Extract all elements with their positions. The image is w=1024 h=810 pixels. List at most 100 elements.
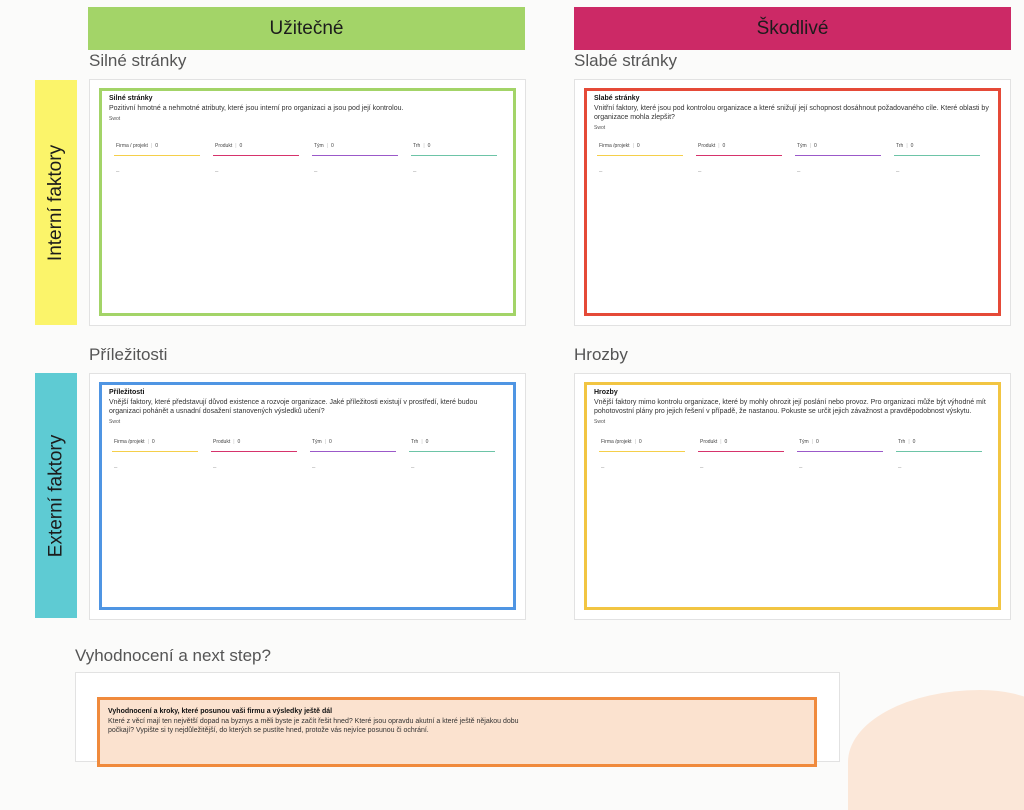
strengths-metrics: Firma / projekt | 0 – Produkt | 0– Tým | 0 – Trh | 0 – <box>114 143 497 175</box>
metric-value: 0 <box>329 439 332 445</box>
weaknesses-metrics: Firma /projekt | 0– Produkt | 0– Tým | 0– Trh | 0– <box>597 143 980 175</box>
section-title-threats: Hrozby <box>574 345 628 364</box>
opportunities-metrics: Firma /projekt | 0– Produkt | 0– Tým | 0– Trh | 0– <box>112 439 495 471</box>
row-header-external-label: Externí faktory <box>45 434 66 557</box>
weaknesses-card[interactable]: Slabé stránky Vnitřní faktory, které jso… <box>574 79 1011 326</box>
metric-threats-3: Trh | 0 – <box>896 439 982 471</box>
metric-label: Trh | 0 <box>413 143 430 149</box>
opportunities-frame[interactable]: Příležitosti Vnější faktory, které předs… <box>99 382 516 610</box>
metric-value: 0 <box>636 143 640 149</box>
strengths-card[interactable]: Silné stránky Pozitivní hmotné a nehmotn… <box>89 79 526 326</box>
threats-metrics: Firma /projekt | 0– Produkt | 0– Tým | 0– Trh | 0– <box>599 439 982 471</box>
metric-value: 0 <box>239 143 243 149</box>
metric-separator: | <box>634 439 636 445</box>
metric-value: 0 <box>722 143 726 149</box>
metric-empty-item: – <box>898 465 902 471</box>
opportunities-swot-label: Swot <box>109 419 121 425</box>
column-header-harmful: Škodlivé <box>574 7 1011 50</box>
metric-weaknesses-1: Produkt | 0 – <box>696 143 782 175</box>
metric-opportunities-3: Trh | 0 – <box>409 439 495 471</box>
threats-card-title: Hrozby <box>594 389 618 396</box>
metric-label: Produkt | 0 <box>700 439 727 445</box>
metric-label: Produkt | 0 <box>215 143 242 149</box>
metric-empty-item: – <box>797 169 801 175</box>
strengths-card-description: Pozitivní hmotné a nehmotné atributy, kt… <box>109 105 404 112</box>
metric-label: Trh | 0 <box>411 439 428 445</box>
evaluation-card[interactable]: Vyhodnocení a kroky, které posunou vaši … <box>75 672 840 767</box>
weaknesses-card-title: Slabé stránky <box>594 95 640 102</box>
metric-value: 0 <box>151 439 155 445</box>
metric-separator: | <box>809 143 812 149</box>
metric-label: Tým | 0 <box>314 143 334 149</box>
metric-empty-item: – <box>314 169 318 175</box>
metric-empty-item: – <box>413 169 417 175</box>
metric-label: Firma /projekt | 0 <box>599 143 640 149</box>
threats-card[interactable]: Hrozby Vnější faktory mimo kontrolu orga… <box>574 373 1011 620</box>
metric-empty-item: – <box>700 465 704 471</box>
metric-underline <box>696 155 782 156</box>
metric-separator: | <box>150 143 153 149</box>
metric-separator: | <box>908 439 910 445</box>
metric-label: Tým | 0 <box>797 143 817 149</box>
metric-value: 0 <box>237 439 241 445</box>
metric-name: Trh <box>896 143 904 149</box>
metric-weaknesses-0: Firma /projekt | 0 – <box>597 143 683 175</box>
strengths-frame[interactable]: Silné stránky Pozitivní hmotné a nehmotn… <box>99 88 516 316</box>
row-header-internal: Interní faktory <box>35 80 77 325</box>
section-title-strengths: Silné stránky <box>89 51 187 70</box>
metric-value: 0 <box>910 143 914 149</box>
metric-name: Produkt <box>698 143 716 149</box>
metric-name: Firma / projekt <box>116 143 148 149</box>
threats-swot-label: Swot <box>594 419 606 425</box>
metric-value: 0 <box>814 143 817 149</box>
opportunities-card-title: Příležitosti <box>109 389 145 396</box>
metric-empty-item: – <box>799 465 803 471</box>
metric-name: Tým <box>312 439 322 445</box>
evaluation-card-description: Které z věcí mají ten největší dopad na … <box>108 718 519 734</box>
weaknesses-frame[interactable]: Slabé stránky Vnitřní faktory, které jso… <box>584 88 1001 316</box>
metric-separator: | <box>147 439 149 445</box>
metric-underline <box>894 155 980 156</box>
metric-underline <box>795 155 881 156</box>
metric-name: Produkt <box>215 143 233 149</box>
metric-threats-0: Firma /projekt | 0 – <box>599 439 685 471</box>
metric-label: Trh | 0 <box>896 143 913 149</box>
threats-card-description: Vnější faktory mimo kontrolu organizace,… <box>594 399 986 415</box>
threats-frame[interactable]: Hrozby Vnější faktory mimo kontrolu orga… <box>584 382 1001 610</box>
metric-name: Produkt <box>213 439 231 445</box>
metric-name: Firma /projekt <box>599 143 630 149</box>
opportunities-card[interactable]: Příležitosti Vnější faktory, které předs… <box>89 373 526 620</box>
metric-underline <box>597 155 683 156</box>
metric-opportunities-2: Tým | 0 – <box>310 439 396 471</box>
metric-separator: | <box>421 439 423 445</box>
metric-opportunities-1: Produkt | 0 – <box>211 439 297 471</box>
metric-name: Firma /projekt <box>114 439 145 445</box>
metric-threats-1: Produkt | 0 – <box>698 439 784 471</box>
metric-underline <box>599 451 685 452</box>
metric-label: Firma /projekt | 0 <box>601 439 642 445</box>
metric-label: Trh | 0 <box>898 439 915 445</box>
metric-underline <box>211 451 297 452</box>
metric-strengths-1: Produkt | 0 – <box>213 143 299 175</box>
evaluation-card-title: Vyhodnocení a kroky, které posunou vaši … <box>108 708 333 715</box>
metric-weaknesses-2: Tým | 0 – <box>795 143 881 175</box>
decorative-blob <box>848 690 1024 810</box>
metric-empty-item: – <box>896 169 900 175</box>
metric-label: Produkt | 0 <box>213 439 240 445</box>
metric-value: 0 <box>724 439 728 445</box>
metric-empty-item: – <box>312 465 316 471</box>
metric-name: Tým <box>314 143 324 149</box>
evaluation-frame[interactable]: Vyhodnocení a kroky, které posunou vaši … <box>97 697 817 767</box>
section-title-opportunities: Příležitosti <box>89 345 168 364</box>
metric-value: 0 <box>427 143 431 149</box>
metric-empty-item: – <box>601 465 605 471</box>
metric-separator: | <box>324 439 327 445</box>
metric-value: 0 <box>638 439 642 445</box>
metric-empty-item: – <box>116 169 120 175</box>
metric-value: 0 <box>912 439 916 445</box>
metric-underline <box>310 451 396 452</box>
metric-strengths-2: Tým | 0 – <box>312 143 398 175</box>
metric-underline <box>312 155 398 156</box>
metric-underline <box>213 155 299 156</box>
metric-empty-item: – <box>213 465 217 471</box>
